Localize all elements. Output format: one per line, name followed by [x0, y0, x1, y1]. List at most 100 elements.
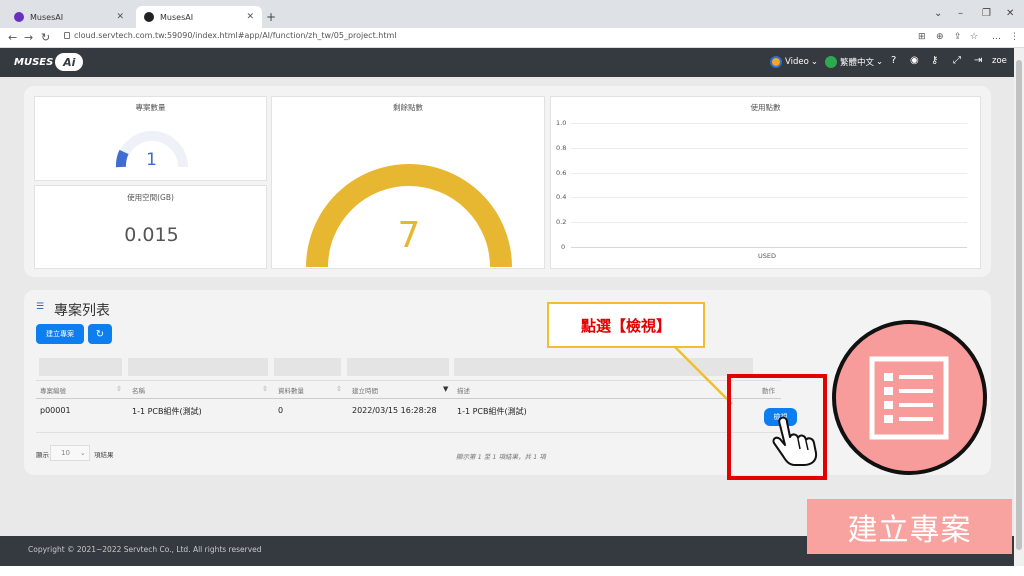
card-title: 專案數量 — [135, 103, 166, 112]
space-value: 0.015 — [124, 224, 179, 246]
column-header-count[interactable]: 資料數量 — [278, 385, 304, 395]
section-title: 專案列表 — [54, 303, 110, 319]
video-menu[interactable]: Video ⌄ — [770, 56, 818, 68]
page-size-value: 10 — [61, 449, 70, 457]
y-tick-label: 1.0 — [556, 119, 567, 127]
cell-count: 0 — [278, 406, 284, 415]
column-header-id[interactable]: 專案編號 — [40, 385, 66, 395]
language-menu[interactable]: 繁體中文 ⌄ — [825, 56, 883, 68]
back-icon[interactable]: ← — [8, 31, 17, 44]
url-text: cloud.servtech.com.tw:59090/index.html#a… — [74, 31, 397, 40]
logo-text: MUSES — [14, 56, 54, 68]
chevron-down-icon: ⌄ — [810, 57, 818, 67]
y-tick-label: 0.2 — [556, 218, 567, 226]
items-label: 項結果 — [94, 451, 114, 459]
card-title: 剩餘點數 — [393, 103, 423, 112]
callout-annotation: 點選【檢視】 — [547, 302, 705, 348]
bookmark-star-icon[interactable]: ☆ — [970, 32, 978, 42]
card-title: 使用空間(GB) — [127, 193, 174, 202]
url-field[interactable]: cloud.servtech.com.tw:59090/index.html#a… — [64, 31, 396, 40]
close-tab-icon[interactable]: ✕ — [116, 12, 124, 22]
gridline — [571, 148, 967, 149]
y-tick-label: 0.4 — [556, 193, 567, 201]
browser-tab[interactable]: MusesAI ✕ — [6, 6, 132, 28]
restore-icon[interactable]: ❐ — [982, 8, 991, 19]
close-window-icon[interactable]: ✕ — [1006, 8, 1014, 19]
gridline — [571, 197, 967, 198]
table-row-divider — [36, 432, 781, 433]
sort-desc-icon[interactable]: ▼ — [443, 385, 448, 393]
x-tick-label: USED — [758, 252, 776, 260]
points-card: 剩餘點數 7 — [271, 96, 545, 269]
musesai-logo[interactable]: MUSES Ai — [14, 53, 84, 71]
help-icon[interactable]: ? — [891, 55, 896, 66]
filter-count[interactable] — [274, 358, 341, 376]
language-label: 繁體中文 — [840, 58, 875, 68]
column-header-created[interactable]: 建立時間 — [352, 385, 378, 395]
more-horizontal-icon[interactable]: … — [992, 32, 1001, 42]
y-tick-label: 0.6 — [556, 169, 567, 177]
key-icon[interactable]: ⚷ — [931, 55, 938, 66]
copyright-text: Copyright © 2021~2022 Servtech Co., Ltd.… — [28, 545, 262, 554]
globe-icon — [825, 56, 837, 68]
used-points-card: 使用點數 1.0 0.8 0.6 0.4 0.2 0 USED — [550, 96, 981, 269]
sort-icon[interactable]: ⇳ — [116, 385, 122, 393]
filter-id[interactable] — [39, 358, 122, 376]
bottom-strip — [0, 566, 1024, 576]
column-header-desc[interactable]: 描述 — [457, 385, 470, 395]
new-tab-icon[interactable]: + — [266, 10, 276, 24]
logout-icon[interactable]: ⇥ — [974, 55, 982, 66]
cell-id: p00001 — [40, 406, 71, 415]
chevron-down-icon: ⌄ — [876, 57, 884, 67]
forward-icon[interactable]: → — [24, 31, 33, 44]
hand-pointer-icon — [772, 416, 818, 466]
tab-title: MusesAI — [30, 12, 64, 22]
musesai-favicon-icon — [14, 12, 24, 22]
scrollbar-thumb[interactable] — [1016, 60, 1022, 550]
sort-icon[interactable]: ⇳ — [336, 385, 342, 393]
cell-created: 2022/03/15 16:28:28 — [352, 406, 437, 415]
lock-icon — [64, 32, 70, 39]
y-tick-label: 0.8 — [556, 144, 567, 152]
points-value: 7 — [397, 215, 421, 256]
close-tab-icon[interactable]: ✕ — [246, 12, 254, 22]
logo-ai: Ai — [55, 53, 84, 71]
tab-title: MusesAI — [160, 12, 194, 22]
filter-created[interactable] — [347, 358, 449, 376]
sort-icon[interactable]: ⇳ — [262, 385, 268, 393]
column-header-name[interactable]: 名稱 — [132, 385, 145, 395]
refresh-button[interactable]: ↻ — [88, 324, 112, 344]
video-play-icon — [770, 56, 782, 68]
gridline — [571, 123, 967, 124]
browser-tab-active[interactable]: MusesAI ✕ — [136, 6, 262, 28]
page-size-label: 顯示 — [36, 451, 49, 459]
user-name[interactable]: zoe — [992, 56, 1007, 66]
filter-name[interactable] — [128, 358, 268, 376]
y-tick-label: 0 — [561, 243, 566, 251]
space-card: 使用空間(GB) 0.015 — [34, 185, 267, 269]
zoom-icon[interactable]: ⊕ — [936, 32, 944, 42]
project-count-value: 1 — [146, 150, 157, 170]
gridline — [571, 222, 967, 223]
chevron-down-icon: ⌄ — [79, 449, 86, 457]
document-list-icon — [869, 356, 949, 440]
create-project-button[interactable]: 建立專案 — [36, 324, 84, 344]
share-icon[interactable]: ⇪ — [954, 32, 962, 42]
gridline — [571, 173, 967, 174]
fullscreen-icon[interactable]: ⤢ — [953, 55, 961, 66]
cell-desc: 1-1 PCB組件(測試) — [457, 407, 527, 416]
musesai-favicon-icon — [144, 12, 154, 22]
reload-icon[interactable]: ↻ — [41, 31, 50, 44]
project-count-card: 專案數量 1 — [34, 96, 267, 181]
translate-icon[interactable]: ⊞ — [918, 32, 926, 42]
more-vertical-icon[interactable]: ⋮ — [1010, 32, 1019, 42]
minimize-icon[interactable]: – — [958, 8, 963, 19]
video-label: Video — [785, 57, 809, 67]
document-list-icon-badge — [832, 320, 987, 475]
page-size-select[interactable]: 10 ⌄ — [50, 445, 90, 461]
cell-name: 1-1 PCB組件(測試) — [132, 407, 202, 416]
x-axis — [571, 247, 967, 248]
chart-title: 使用點數 — [750, 103, 781, 112]
settings-circle-icon[interactable]: ◉ — [910, 55, 919, 66]
chevron-down-icon[interactable]: ⌄ — [934, 8, 942, 19]
